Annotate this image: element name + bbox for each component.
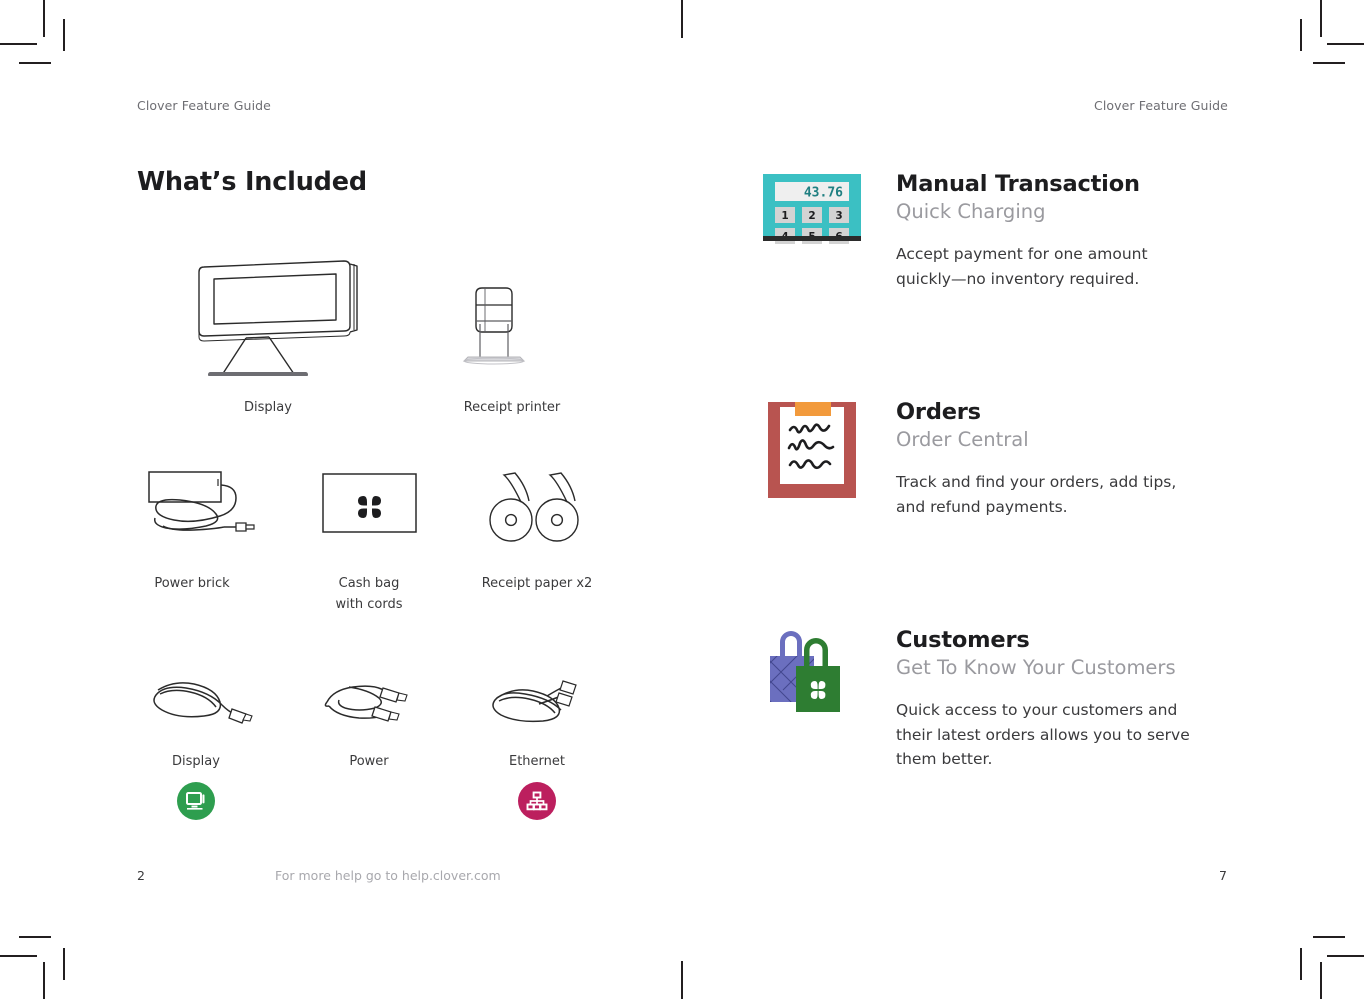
power-cable-line-art: [309, 676, 429, 732]
left-folio: 2: [137, 868, 145, 883]
included-item-receipt-printer: Receipt printer: [452, 258, 572, 419]
feature-title: Orders: [896, 399, 981, 425]
item-caption: Display: [172, 754, 220, 769]
svg-text:1: 1: [781, 210, 788, 222]
feature-text-block: Orders Order Central Track and find your…: [896, 398, 1196, 519]
included-item-ethernet-cable: Ethernet: [477, 676, 597, 820]
help-line: For more help go to help.clover.com: [275, 868, 501, 883]
cash-bag-line-art: [309, 468, 429, 550]
feature-body: Quick access to your customers and their…: [896, 701, 1190, 769]
display-cable-line-art: [136, 676, 256, 732]
calculator-display-value: 43.76: [804, 186, 843, 201]
item-caption: Ethernet: [509, 754, 565, 769]
included-item-power-brick: Power brick: [132, 468, 255, 595]
page-title: What’s Included: [137, 167, 367, 197]
feature-title: Customers: [896, 627, 1030, 653]
feature-subtitle: Get To Know Your Customers: [896, 656, 1176, 680]
item-caption: Power: [349, 754, 389, 769]
included-item-receipt-paper: Receipt paper x2: [477, 468, 597, 595]
calculator-icon: 43.76 123 456: [763, 174, 863, 246]
item-caption: Cash bag with cords: [335, 576, 403, 612]
receipt-printer-line-art: [452, 258, 572, 376]
feature-body: Accept payment for one amount quickly—no…: [896, 245, 1148, 288]
left-running-head: Clover Feature Guide: [137, 98, 271, 113]
item-caption: Display: [244, 400, 292, 415]
svg-text:3: 3: [835, 210, 842, 222]
included-item-display-cable: Display: [136, 676, 256, 820]
power-brick-line-art: [132, 468, 255, 550]
right-folio: 7: [1219, 868, 1227, 883]
svg-text:2: 2: [808, 210, 815, 222]
monitor-badge-icon: [177, 781, 215, 820]
feature-text-block: Manual Transaction Quick Charging Accept…: [896, 170, 1196, 291]
feature-text-block: Customers Get To Know Your Customers Qui…: [896, 626, 1196, 772]
included-item-power-cable: Power: [309, 676, 429, 773]
feature-subtitle: Order Central: [896, 428, 1029, 452]
print-spread: Clover Feature Guide What’s Included Dis…: [0, 0, 1364, 999]
feature-subtitle: Quick Charging: [896, 200, 1046, 224]
shopping-bags-icon: [763, 630, 863, 712]
receipt-paper-rolls-line-art: [477, 468, 597, 550]
right-running-head: Clover Feature Guide: [1094, 98, 1228, 113]
included-item-cash-bag: Cash bag with cords: [309, 468, 429, 616]
item-caption: Power brick: [154, 576, 230, 591]
feature-title: Manual Transaction: [896, 171, 1140, 197]
pos-display-line-art: [158, 258, 378, 376]
network-badge-icon: [518, 781, 556, 820]
item-caption: Receipt printer: [463, 400, 561, 415]
left-page: Clover Feature Guide What’s Included Dis…: [0, 0, 682, 999]
feature-body: Track and find your orders, add tips, an…: [896, 473, 1177, 516]
clipboard-icon: [763, 402, 863, 498]
item-caption: Receipt paper x2: [481, 576, 593, 591]
included-item-display: Display: [158, 258, 378, 419]
ethernet-cable-line-art: [477, 676, 597, 732]
